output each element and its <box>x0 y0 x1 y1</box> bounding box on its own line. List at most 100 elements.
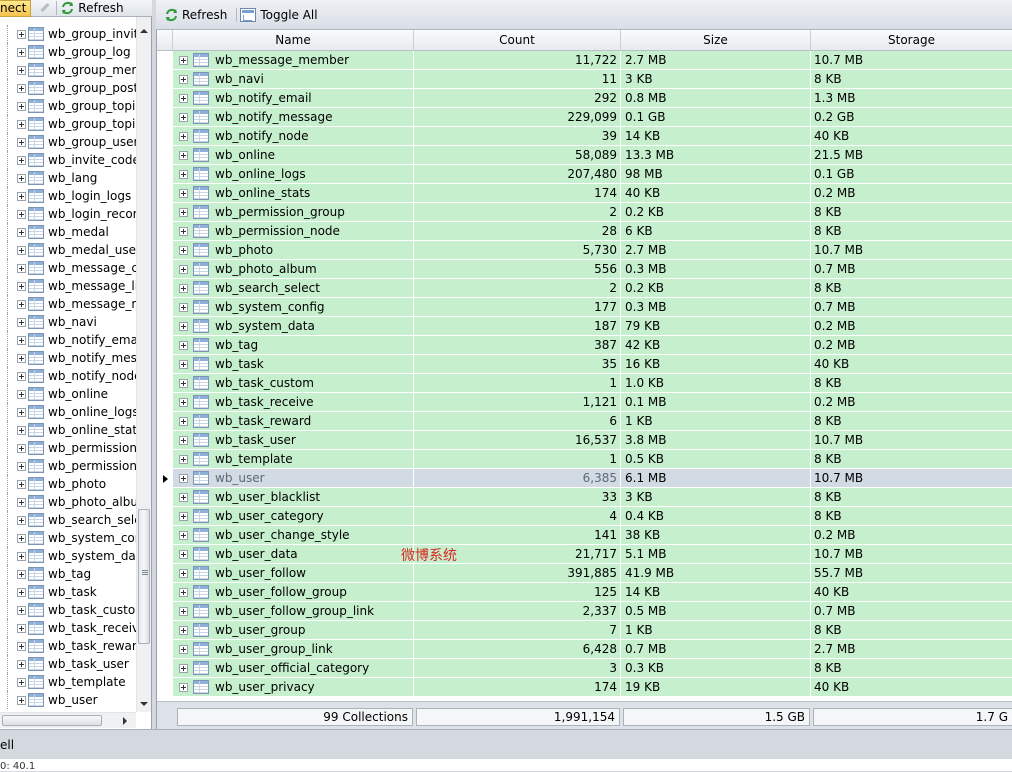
expand-icon[interactable] <box>17 29 26 39</box>
cell-name[interactable]: wb_message_member <box>173 51 414 70</box>
tree-item[interactable]: wb_task_receive <box>0 619 136 637</box>
expand-icon[interactable] <box>17 407 26 417</box>
scroll-thumb[interactable] <box>138 509 150 644</box>
scroll-down-icon[interactable] <box>140 702 148 706</box>
expand-icon[interactable] <box>179 530 188 540</box>
table-row[interactable]: wb_online 58,089 13.3 MB 21.5 MB <box>173 146 1012 165</box>
expand-icon[interactable] <box>179 359 188 369</box>
cell-count[interactable]: 4 <box>414 507 621 526</box>
cell-count[interactable]: 35 <box>414 355 621 374</box>
cell-storage[interactable]: 8 KB <box>811 488 1012 507</box>
tree-item[interactable]: wb_group_user <box>0 133 136 151</box>
expand-icon[interactable] <box>179 93 188 103</box>
cell-storage[interactable]: 8 KB <box>811 621 1012 640</box>
cell-size[interactable]: 3 KB <box>621 70 811 89</box>
cell-name[interactable]: wb_user_blacklist <box>173 488 414 507</box>
cell-size[interactable]: 2.7 MB <box>621 241 811 260</box>
cell-name[interactable]: wb_system_config <box>173 298 414 317</box>
tree-item[interactable]: wb_task_user <box>0 655 136 673</box>
expand-icon[interactable] <box>179 511 188 521</box>
cell-storage[interactable]: 10.7 MB <box>811 469 1012 488</box>
cell-size[interactable]: 13.3 MB <box>621 146 811 165</box>
cell-size[interactable]: 38 KB <box>621 526 811 545</box>
cell-size[interactable]: 0.2 KB <box>621 203 811 222</box>
cell-count[interactable]: 2,337 <box>414 602 621 621</box>
expand-icon[interactable] <box>17 353 26 363</box>
cell-count[interactable]: 33 <box>414 488 621 507</box>
cell-storage[interactable]: 10.7 MB <box>811 545 1012 564</box>
tree-item[interactable]: wb_medal <box>0 223 136 241</box>
cell-storage[interactable]: 8 KB <box>811 222 1012 241</box>
tree-item[interactable]: wb_task <box>0 583 136 601</box>
tree-refresh-button[interactable]: Refresh <box>60 1 124 15</box>
tree-item[interactable]: wb_task_rewarc <box>0 637 136 655</box>
expand-icon[interactable] <box>179 283 188 293</box>
expand-icon[interactable] <box>17 623 26 633</box>
tree-item[interactable]: wb_group_post <box>0 79 136 97</box>
expand-icon[interactable] <box>179 74 188 84</box>
cell-count[interactable]: 141 <box>414 526 621 545</box>
expand-icon[interactable] <box>179 302 188 312</box>
cell-name[interactable]: wb_user_follow <box>173 564 414 583</box>
tree-horizontal-scrollbar[interactable] <box>0 712 136 728</box>
expand-icon[interactable] <box>17 425 26 435</box>
cell-name[interactable]: wb_notify_email <box>173 89 414 108</box>
table-row[interactable]: wb_system_data 187 79 KB 0.2 MB <box>173 317 1012 336</box>
cell-count[interactable]: 7 <box>414 621 621 640</box>
tree-item[interactable]: wb_group_invit <box>0 25 136 43</box>
cell-size[interactable]: 0.2 KB <box>621 279 811 298</box>
cell-count[interactable]: 6,428 <box>414 640 621 659</box>
cell-count[interactable]: 3 <box>414 659 621 678</box>
table-row[interactable]: wb_user_follow_group_link 2,337 0.5 MB 0.7 … <box>173 602 1012 621</box>
cell-size[interactable]: 0.3 MB <box>621 260 811 279</box>
cell-size[interactable]: 41.9 MB <box>621 564 811 583</box>
table-row[interactable]: wb_permission_group 2 0.2 KB 8 KB <box>173 203 1012 222</box>
cell-size[interactable]: 3.8 MB <box>621 431 811 450</box>
expand-icon[interactable] <box>179 644 188 654</box>
cell-size[interactable]: 0.5 MB <box>621 602 811 621</box>
expand-icon[interactable] <box>179 549 188 559</box>
cell-name[interactable]: wb_search_select <box>173 279 414 298</box>
tree-item[interactable]: wb_group_men <box>0 61 136 79</box>
cell-name[interactable]: wb_online_stats <box>173 184 414 203</box>
cell-name[interactable]: wb_user_follow_group_link <box>173 602 414 621</box>
table-row[interactable]: wb_user_group 7 1 KB 8 KB <box>173 621 1012 640</box>
expand-icon[interactable] <box>17 299 26 309</box>
expand-icon[interactable] <box>179 587 188 597</box>
expand-icon[interactable] <box>17 263 26 273</box>
table-row[interactable]: wb_template 1 0.5 KB 8 KB <box>173 450 1012 469</box>
expand-icon[interactable] <box>17 209 26 219</box>
tree-item[interactable]: wb_medal_user <box>0 241 136 259</box>
tree-item[interactable]: wb_navi <box>0 313 136 331</box>
cell-count[interactable]: 387 <box>414 336 621 355</box>
tree-item[interactable]: wb_group_topi <box>0 115 136 133</box>
table-row[interactable]: wb_user 6,385 6.1 MB 10.7 MB <box>173 469 1012 488</box>
cell-count[interactable]: 5,730 <box>414 241 621 260</box>
cell-name[interactable]: wb_task_user <box>173 431 414 450</box>
cell-size[interactable]: 19 KB <box>621 678 811 697</box>
cell-count[interactable]: 177 <box>414 298 621 317</box>
cell-name[interactable]: wb_navi <box>173 70 414 89</box>
cell-storage[interactable]: 0.2 MB <box>811 336 1012 355</box>
tree-item[interactable]: wb_message_lis <box>0 277 136 295</box>
expand-icon[interactable] <box>179 188 188 198</box>
expand-icon[interactable] <box>17 677 26 687</box>
cell-name[interactable]: wb_photo <box>173 241 414 260</box>
tree-item[interactable]: wb_group_log <box>0 43 136 61</box>
cell-storage[interactable]: 40 KB <box>811 355 1012 374</box>
cell-size[interactable]: 40 KB <box>621 184 811 203</box>
column-header-size[interactable]: Size <box>621 30 811 51</box>
expand-icon[interactable] <box>179 454 188 464</box>
table-row[interactable]: wb_user_privacy 174 19 KB 40 KB <box>173 678 1012 697</box>
cell-name[interactable]: wb_online <box>173 146 414 165</box>
expand-icon[interactable] <box>179 568 188 578</box>
cell-size[interactable]: 0.8 MB <box>621 89 811 108</box>
table-row[interactable]: wb_user_change_style 141 38 KB 0.2 MB <box>173 526 1012 545</box>
expand-icon[interactable] <box>17 281 26 291</box>
cell-storage[interactable]: 40 KB <box>811 583 1012 602</box>
table-row[interactable]: wb_task_custom 1 1.0 KB 8 KB <box>173 374 1012 393</box>
cell-count[interactable]: 125 <box>414 583 621 602</box>
cell-storage[interactable]: 40 KB <box>811 127 1012 146</box>
cell-size[interactable]: 2.7 MB <box>621 51 811 70</box>
expand-icon[interactable] <box>179 226 188 236</box>
